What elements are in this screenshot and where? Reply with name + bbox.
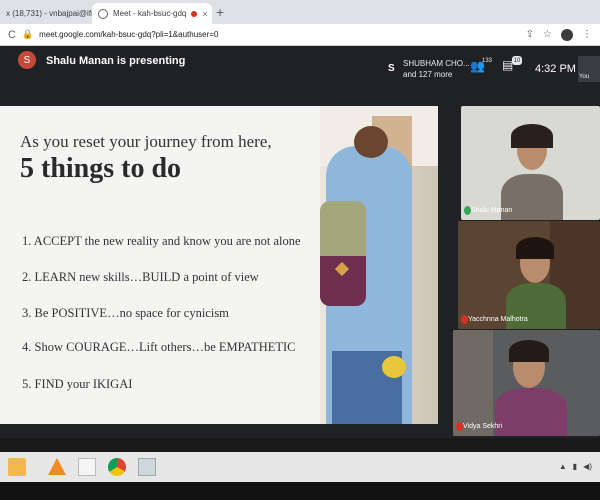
slide-point: 4. Show COURAGE…Lift others…be EMPATHETI… — [22, 340, 296, 354]
mic-active-icon — [464, 206, 471, 215]
presentation-slide: As you reset your journey from here, 5 t… — [0, 106, 438, 424]
mic-muted-icon — [461, 315, 468, 324]
participant-hair — [509, 340, 549, 362]
chrome-icon[interactable] — [108, 458, 126, 476]
tab-meet-label: Meet - kah-bsuc-gdq — [113, 9, 187, 18]
browser-toolbar: ⇪ ☆ ⋮ — [526, 28, 592, 41]
tab-meet[interactable]: Meet - kah-bsuc-gdq × — [92, 3, 212, 24]
lock-icon[interactable]: 🔒 — [22, 29, 33, 40]
self-view-label: You — [579, 74, 590, 80]
media-player-icon[interactable] — [78, 458, 96, 476]
participant-hair — [516, 237, 554, 259]
address-bar: C 🔒 meet.google.com/kah-bsuc-gdq?pli=1&a… — [0, 24, 600, 46]
menu-icon[interactable]: ⋮ — [582, 29, 592, 40]
reload-icon[interactable]: C — [8, 29, 16, 41]
screen-bezel — [0, 482, 600, 500]
meet-favicon-icon — [98, 8, 108, 19]
participant-tile[interactable]: Vidya Sekhri — [453, 330, 600, 436]
profile-avatar[interactable] — [561, 28, 573, 41]
volume-icon[interactable]: ◀) — [583, 462, 592, 471]
recording-icon — [191, 10, 198, 17]
self-view-tile[interactable]: You — [578, 56, 600, 82]
participant-tile[interactable]: Yacchnna Malhotra — [458, 221, 600, 329]
star-icon[interactable]: ☆ — [543, 29, 552, 40]
folder-icon[interactable] — [8, 458, 26, 476]
browser-tabstrip: x (18,731) - vnbajpai@ifs.edu × Meet - k… — [0, 0, 600, 24]
meeting-clock: 4:32 PM — [535, 63, 576, 75]
slide-intro: As you reset your journey from here, — [20, 132, 272, 151]
tray-expand-icon[interactable]: ▲ — [559, 462, 567, 471]
meeting-stage: As you reset your journey from here, 5 t… — [0, 92, 600, 438]
participant-tile[interactable]: Shalu Manan — [461, 106, 600, 220]
participant-summary-line1: SHUBHAM CHO... — [403, 59, 470, 68]
tab-gmail[interactable]: x (18,731) - vnbajpai@ifs.edu × — [0, 3, 92, 24]
tab-gmail-label: x (18,731) - vnbajpai@ifs.edu — [6, 9, 92, 18]
participant-summary-line2: and 127 more — [403, 70, 453, 79]
slide-point: 1. ACCEPT the new reality and know you a… — [22, 234, 301, 248]
close-icon[interactable]: × — [202, 9, 207, 19]
photo-hair — [354, 126, 388, 158]
participant-hair — [511, 124, 553, 148]
slide-photo — [320, 106, 438, 424]
participant-name: Shalu Manan — [471, 207, 513, 214]
presenting-status: Shalu Manan is presenting — [46, 55, 186, 67]
paint-icon[interactable] — [138, 458, 156, 476]
participant-summary[interactable]: SHUBHAM CHO... and 127 more — [403, 58, 470, 80]
participant-name: Vidya Sekhri — [463, 423, 503, 430]
participant-name: Yacchnna Malhotra — [468, 316, 528, 323]
people-count: 133 — [482, 58, 493, 64]
meet-header: S Shalu Manan is presenting S SHUBHAM CH… — [0, 46, 600, 92]
bookshelf — [453, 330, 493, 436]
slide-point: 5. FIND your IKIGAI — [22, 377, 133, 391]
participant-initial: S — [388, 63, 395, 74]
battery-icon[interactable]: ▮ — [573, 462, 577, 471]
mic-muted-icon — [456, 422, 463, 431]
slide-title: 5 things to do — [20, 153, 182, 184]
cast-icon[interactable]: ⇪ — [526, 29, 534, 40]
chat-badge: 10 — [512, 56, 522, 65]
participant-body — [495, 388, 567, 436]
vlc-icon[interactable] — [48, 458, 66, 475]
url-input[interactable]: meet.google.com/kah-bsuc-gdq?pli=1&authu… — [39, 30, 519, 39]
photo-bike — [382, 356, 406, 378]
slide-point: 3. Be POSITIVE…no space for cynicism — [22, 306, 229, 320]
system-tray: ▲ ▮ ◀) — [559, 462, 592, 471]
taskbar: ▲ ▮ ◀) — [0, 452, 600, 482]
presenter-avatar: S — [18, 51, 36, 69]
new-tab-button[interactable]: + — [216, 4, 224, 20]
slide-point: 2. LEARN new skills…BUILD a point of vie… — [22, 270, 259, 284]
